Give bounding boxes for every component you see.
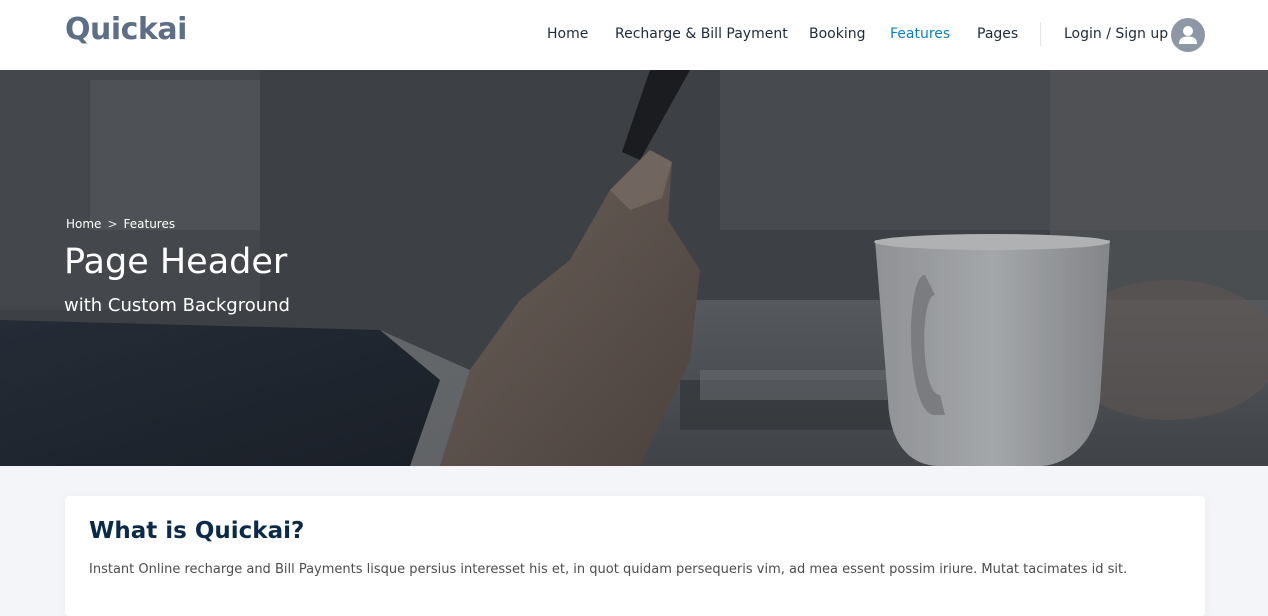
user-icon[interactable] [1171,18,1205,52]
nav-divider [1040,22,1041,46]
section-title: What is Quickai? [89,518,305,544]
nav-features[interactable]: Features [890,26,950,42]
breadcrumb-home[interactable]: Home [66,217,101,231]
page-title: Page Header [64,242,288,282]
breadcrumb-current: Features [123,217,176,231]
login-signup-link[interactable]: Login / Sign up [1064,26,1168,42]
brand-logo[interactable]: Quickai [65,12,187,47]
page-header-hero: Home > Features Page Header with Custom … [0,70,1268,466]
nav-recharge-bill-payment[interactable]: Recharge & Bill Payment [615,26,788,42]
page-subtitle: with Custom Background [64,295,290,316]
content-card: What is Quickai? Instant Online recharge… [65,496,1205,616]
breadcrumb-separator: > [107,217,118,231]
site-header: Quickai Home Recharge & Bill Payment Boo… [0,0,1268,70]
section-text: Instant Online recharge and Bill Payment… [89,562,1128,577]
breadcrumb: Home > Features [66,217,175,231]
nav-pages[interactable]: Pages [977,26,1018,42]
nav-booking[interactable]: Booking [809,26,866,42]
nav-home[interactable]: Home [547,26,588,42]
